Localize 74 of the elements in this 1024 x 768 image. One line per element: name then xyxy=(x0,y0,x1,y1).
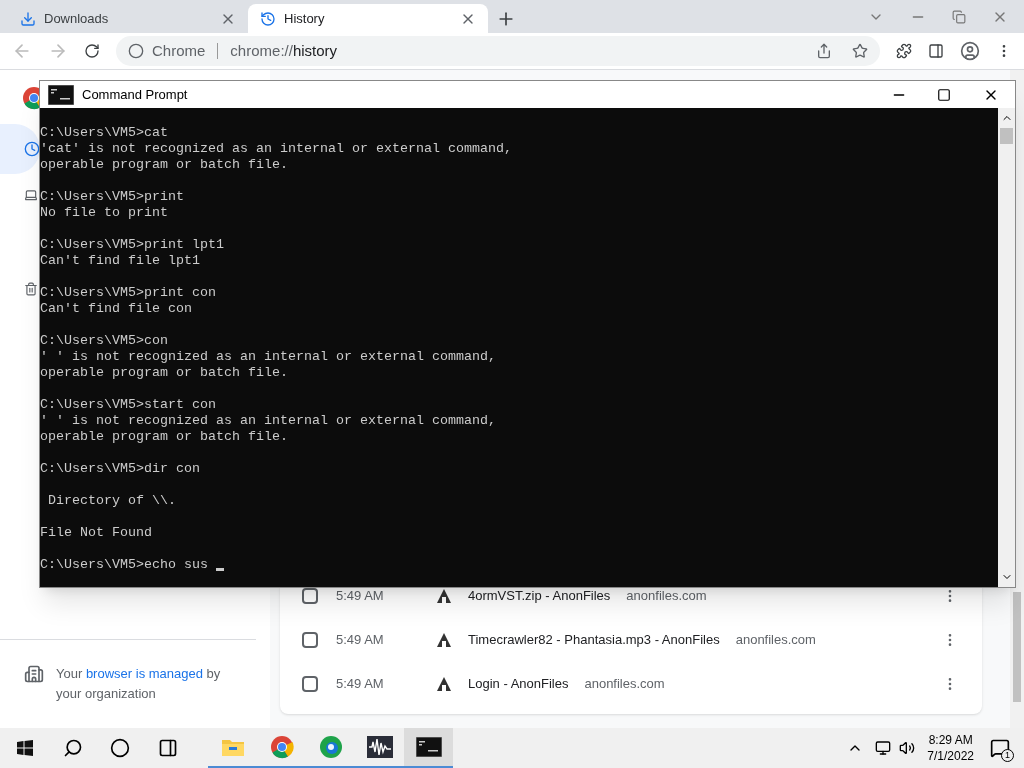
console-line: C:\Users\VM5>con xyxy=(40,333,168,349)
address-bar[interactable]: Chrome chrome://history xyxy=(116,36,880,66)
console-line: 'cat' is not recognized as an internal or external command, xyxy=(40,141,512,157)
managed-notice: Your browser is managed by your organization xyxy=(56,665,222,703)
url-text: chrome://history xyxy=(230,40,338,61)
tab-title: Downloads xyxy=(44,9,110,28)
restore-icon[interactable] xyxy=(952,9,966,24)
building-icon xyxy=(24,664,44,684)
trash-icon[interactable] xyxy=(24,282,38,296)
console-icon xyxy=(415,737,442,757)
console-line: Can't find file con xyxy=(40,301,192,317)
folder-icon xyxy=(220,737,245,757)
console-line: ' ' is not recognized as an internal or external command, xyxy=(40,349,496,365)
console-line: No file to print xyxy=(40,205,168,221)
console-line: operable program or batch file. xyxy=(40,157,288,173)
console-line: C:\Users\VM5>dir con xyxy=(40,461,200,477)
extensions-icon[interactable] xyxy=(896,43,912,59)
console-line: C:\Users\VM5>print con xyxy=(40,285,216,301)
console-line: Directory of \\. xyxy=(47,493,176,509)
page-domain: anonfiles.com xyxy=(626,587,707,606)
browser-tab[interactable]: Downloads xyxy=(8,4,248,33)
console-line: operable program or batch file. xyxy=(40,429,288,445)
tab-title: History xyxy=(284,9,326,28)
page-title[interactable]: 4ormVST.zip - AnonFiles xyxy=(468,586,611,606)
row-checkbox[interactable] xyxy=(302,676,318,692)
profile-icon[interactable] xyxy=(960,41,980,61)
visit-time: 5:49 AM xyxy=(336,631,385,650)
maximize-icon[interactable] xyxy=(937,87,951,102)
visit-time: 5:49 AM xyxy=(336,587,385,606)
console-line: C:\Users\VM5>echo sus xyxy=(40,557,209,573)
search-icon[interactable] xyxy=(63,738,83,758)
site-icon xyxy=(436,588,452,604)
volume-icon[interactable] xyxy=(899,740,916,756)
console-line: C:\Users\VM5>cat xyxy=(40,125,168,141)
console-line: Can't find file lpt1 xyxy=(40,253,200,269)
share-icon[interactable] xyxy=(816,43,832,59)
laptop-icon[interactable] xyxy=(24,188,38,202)
text-cursor xyxy=(215,568,224,571)
scrollbar-thumb[interactable] xyxy=(1000,128,1013,144)
start-icon[interactable] xyxy=(17,740,33,756)
console-icon xyxy=(48,84,74,105)
site-icon xyxy=(436,676,452,692)
visit-time: 5:49 AM xyxy=(336,675,385,694)
browser-tab[interactable]: History xyxy=(248,4,488,33)
waveform-icon xyxy=(366,736,393,758)
site-label: Chrome xyxy=(152,40,206,61)
side-panel-icon[interactable] xyxy=(928,43,944,59)
page-title[interactable]: Login - AnonFiles xyxy=(468,674,569,694)
taskbar-app[interactable] xyxy=(404,728,453,768)
clock-time: 8:29 AM xyxy=(928,732,973,748)
console-line: C:\Users\VM5>print lpt1 xyxy=(40,237,224,253)
page-domain: anonfiles.com xyxy=(735,631,816,650)
clock-icon[interactable] xyxy=(24,139,40,159)
notification-count: 1 xyxy=(1001,749,1014,762)
edge-icon xyxy=(318,735,343,759)
reload-icon[interactable] xyxy=(84,43,100,59)
page-title[interactable]: Timecrawler82 - Phantasia.mp3 - AnonFiles xyxy=(468,630,720,650)
history-icon xyxy=(260,10,276,27)
row-checkbox[interactable] xyxy=(302,632,318,648)
bookmark-star-icon[interactable] xyxy=(852,43,868,59)
network-icon[interactable] xyxy=(875,740,892,756)
console-line: C:\Users\VM5>start con xyxy=(40,397,216,413)
clock-date: 7/1/2022 xyxy=(927,748,974,764)
console-line: File Not Found xyxy=(40,525,152,541)
window-title: Command Prompt xyxy=(82,85,188,104)
site-icon xyxy=(436,632,452,648)
scrollbar-thumb[interactable] xyxy=(1013,592,1021,702)
console-line: operable program or batch file. xyxy=(40,365,288,381)
page-domain: anonfiles.com xyxy=(584,675,665,694)
task-view-icon[interactable] xyxy=(158,738,178,758)
console-line: C:\Users\VM5>print xyxy=(40,189,184,205)
managed-link[interactable]: browser is managed xyxy=(85,666,203,681)
download-icon xyxy=(20,10,36,27)
console-line: ' ' is not recognized as an internal or external command, xyxy=(40,413,496,429)
